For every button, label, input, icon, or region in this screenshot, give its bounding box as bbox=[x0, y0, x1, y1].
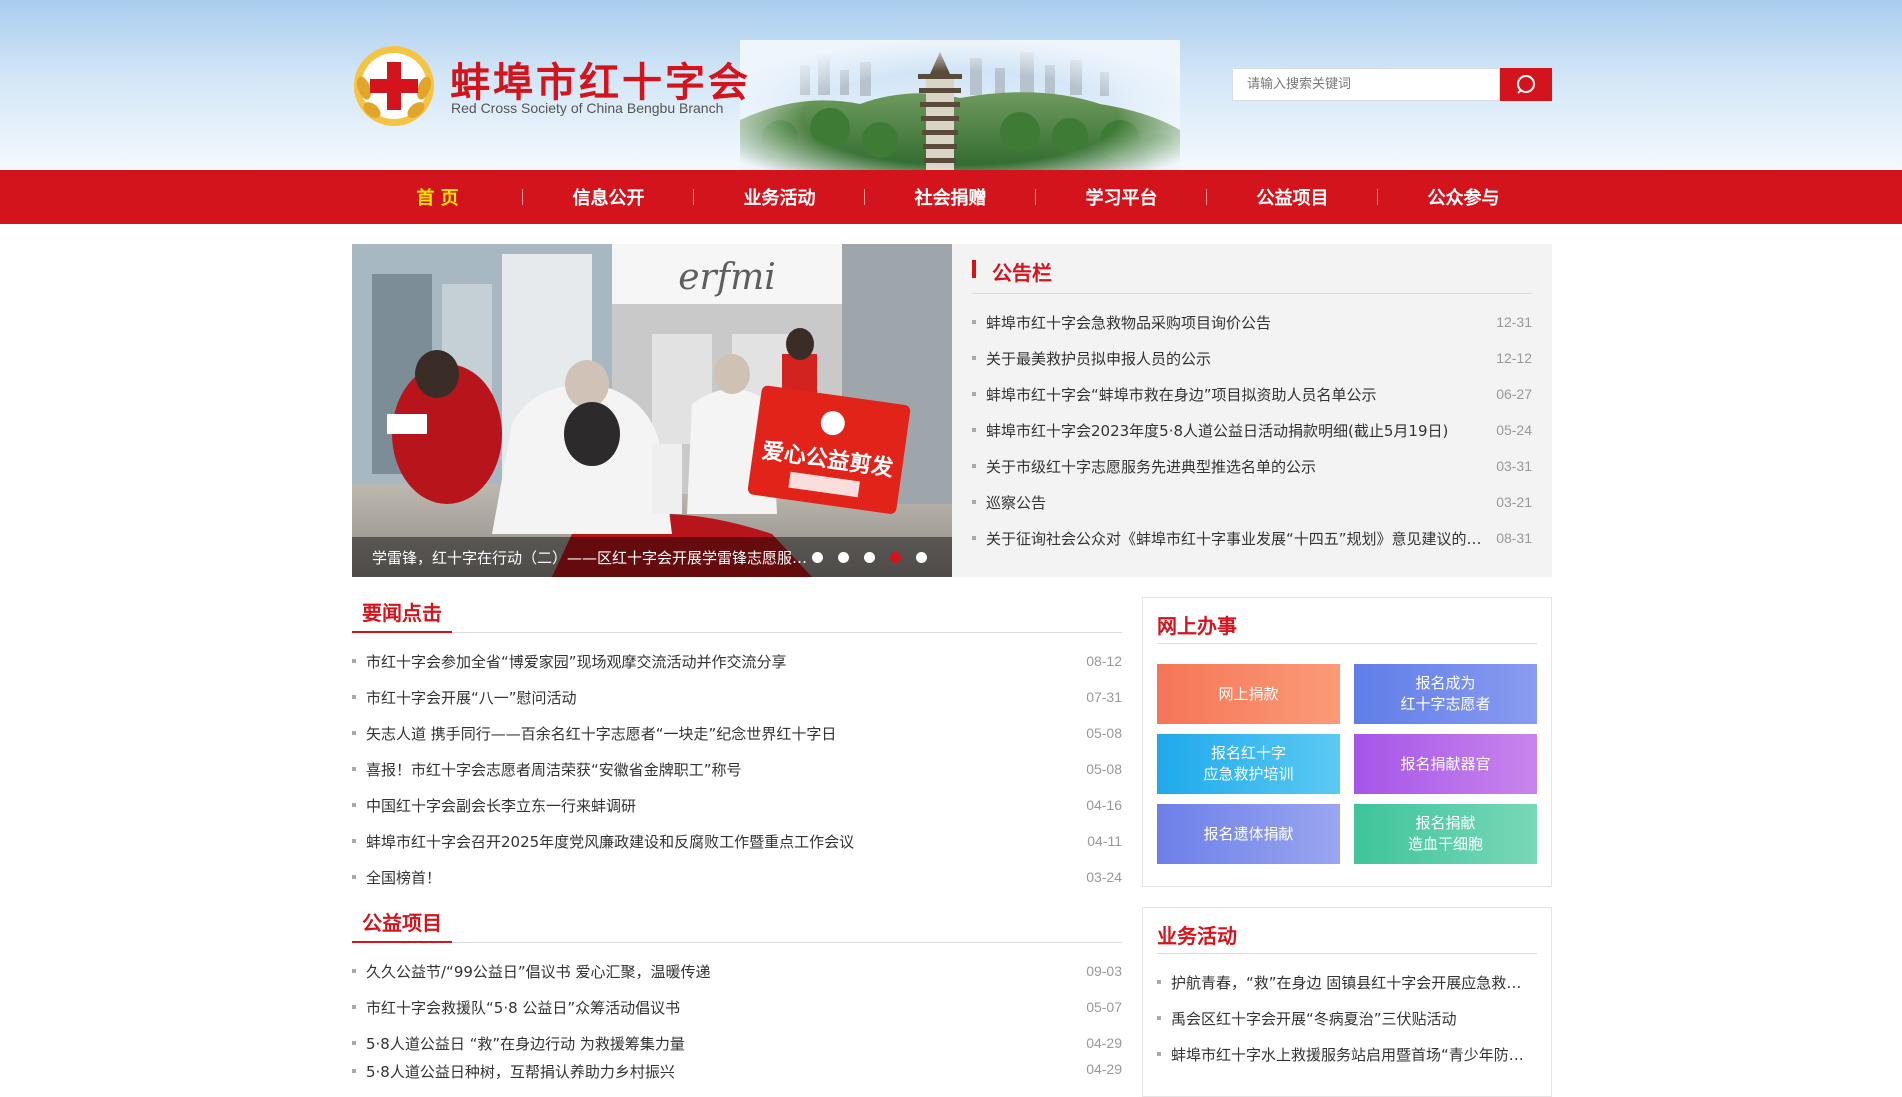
first-aid-training-signup-button[interactable]: 报名红十字 应急救护培训 bbox=[1157, 734, 1340, 794]
city-skyline-pagoda-image bbox=[740, 40, 1180, 170]
nav-item-public-participation[interactable]: 公众参与 bbox=[1378, 170, 1549, 224]
divider bbox=[972, 293, 1532, 294]
storefront-sign: erfmi bbox=[678, 257, 776, 298]
online-services-title: 网上办事 bbox=[1157, 614, 1237, 638]
main-nav: 首 页 信息公开 业务活动 社会捐赠 学习平台 公益项目 公众参与 bbox=[0, 170, 1902, 224]
search-icon bbox=[1517, 74, 1535, 94]
carousel-photo: erfmi 爱心公益剪发 bbox=[352, 244, 952, 577]
business-item[interactable]: 蚌埠市红十字水上救援服务站启用暨首场“青少年防溺水”活动 bbox=[1157, 1036, 1527, 1072]
red-cross-emblem-icon bbox=[354, 46, 434, 126]
news-item[interactable]: 矢志人道 携手同行——百余名红十字志愿者“一块走”纪念世界红十字日 05-08 bbox=[352, 715, 1122, 751]
nav-item-charity-projects[interactable]: 公益项目 bbox=[1207, 170, 1378, 224]
search-button[interactable] bbox=[1500, 68, 1552, 101]
notice-board-title: 公告栏 bbox=[992, 261, 1052, 285]
divider bbox=[352, 942, 1122, 943]
notice-item[interactable]: 巡察公告 03-21 bbox=[972, 484, 1532, 520]
carousel-dot-1[interactable] bbox=[812, 552, 823, 563]
news-item[interactable]: 市红十字会参加全省“博爱家园”现场观摩交流活动并作交流分享 08-12 bbox=[352, 643, 1122, 679]
organ-donation-signup-button[interactable]: 报名捐献器官 bbox=[1354, 734, 1537, 794]
business-activities-panel: 业务活动 护航青春，“救”在身边 固镇县红十字会开展应急救护培训进校园活动 禹会… bbox=[1142, 907, 1552, 1097]
divider bbox=[1157, 953, 1537, 954]
project-item[interactable]: 市红十字会救援队“5·8 公益日”众筹活动倡议书 05-07 bbox=[352, 989, 1122, 1025]
site-header: 蚌埠市红十字会 Red Cross Society of China Bengb… bbox=[0, 0, 1902, 170]
news-item[interactable]: 全国榜首！ 03-24 bbox=[352, 859, 1122, 895]
title-underline bbox=[352, 941, 452, 943]
news-carousel[interactable]: erfmi 爱心公益剪发 学雷锋，红十字在行动（二）——区红十字会开展学雷锋志愿… bbox=[352, 244, 952, 577]
news-item[interactable]: 喜报！市红十字会志愿者周洁荣获“安徽省金牌职工”称号 05-08 bbox=[352, 751, 1122, 787]
business-activities-title[interactable]: 业务活动 bbox=[1157, 920, 1237, 949]
divider bbox=[352, 632, 1122, 633]
stem-cell-donation-signup-button[interactable]: 报名捐献 造血干细胞 bbox=[1354, 804, 1537, 864]
carousel-dot-4[interactable] bbox=[890, 552, 901, 563]
news-item[interactable]: 蚌埠市红十字会召开2025年度党风廉政建设和反腐败工作暨重点工作会议 04-11 bbox=[352, 823, 1122, 859]
site-title-en: Red Cross Society of China Bengbu Branch bbox=[451, 100, 724, 116]
news-item[interactable]: 市红十字会开展“八一”慰问活动 07-31 bbox=[352, 679, 1122, 715]
nav-item-learning-platform[interactable]: 学习平台 bbox=[1036, 170, 1207, 224]
carousel-caption[interactable]: 学雷锋，红十字在行动（二）——区红十字会开展学雷锋志愿服务活动 bbox=[372, 547, 812, 568]
nav-item-business-activities[interactable]: 业务活动 bbox=[694, 170, 865, 224]
title-underline bbox=[352, 631, 452, 633]
notice-item[interactable]: 关于最美救护员拟申报人员的公示 12-12 bbox=[972, 340, 1532, 376]
notice-board: 公告栏 蚌埠市红十字会急救物品采购项目询价公告 12-31 关于最美救护员拟申报… bbox=[952, 244, 1552, 577]
news-title[interactable]: 要闻点击 bbox=[362, 597, 442, 626]
notice-item[interactable]: 关于征询社会公众对《蚌埠市红十字事业发展“十四五”规划》意见建议的公告 08-3… bbox=[972, 520, 1532, 556]
carousel-caption-bar: 学雷锋，红十字在行动（二）——区红十字会开展学雷锋志愿服务活动 bbox=[352, 537, 952, 577]
divider bbox=[1157, 643, 1537, 644]
nav-item-info-disclosure[interactable]: 信息公开 bbox=[523, 170, 694, 224]
notice-item[interactable]: 蚌埠市红十字会急救物品采购项目询价公告 12-31 bbox=[972, 304, 1532, 340]
business-item[interactable]: 护航青春，“救”在身边 固镇县红十字会开展应急救护培训进校园活动 bbox=[1157, 964, 1527, 1000]
project-item[interactable]: 久久公益节/“99公益日”倡议书 爱心汇聚，温暖传递 09-03 bbox=[352, 953, 1122, 989]
volunteer-signup-button[interactable]: 报名成为 红十字志愿者 bbox=[1354, 664, 1537, 724]
carousel-dot-2[interactable] bbox=[838, 552, 849, 563]
projects-title[interactable]: 公益项目 bbox=[362, 907, 442, 936]
nav-item-donations[interactable]: 社会捐赠 bbox=[865, 170, 1036, 224]
title-marker bbox=[972, 260, 976, 278]
body-donation-signup-button[interactable]: 报名遗体捐献 bbox=[1157, 804, 1340, 864]
business-item[interactable]: 禹会区红十字会开展“冬病夏治”三伏贴活动 bbox=[1157, 1000, 1527, 1036]
notice-item[interactable]: 蚌埠市红十字会2023年度5·8人道公益日活动捐款明细(截止5月19日) 05-… bbox=[972, 412, 1532, 448]
project-item[interactable]: 5·8人道公益日种树，互帮捐认养助力乡村振兴 04-29 bbox=[352, 1061, 1122, 1080]
carousel-dot-3[interactable] bbox=[864, 552, 875, 563]
online-services-panel: 网上办事 网上捐款 报名成为 红十字志愿者 报名红十字 应急救护培训 报名捐献器… bbox=[1142, 597, 1552, 887]
news-item[interactable]: 中国红十字会副会长李立东一行来蚌调研 04-16 bbox=[352, 787, 1122, 823]
notice-item[interactable]: 关于市级红十字志愿服务先进典型推选名单的公示 03-31 bbox=[972, 448, 1532, 484]
online-donate-button[interactable]: 网上捐款 bbox=[1157, 664, 1340, 724]
nav-item-home[interactable]: 首 页 bbox=[352, 170, 523, 224]
carousel-dot-5[interactable] bbox=[916, 552, 927, 563]
notice-item[interactable]: 蚌埠市红十字会“蚌埠市救在身边”项目拟资助人员名单公示 06-27 bbox=[972, 376, 1532, 412]
project-item[interactable]: 5·8人道公益日 “救”在身边行动 为救援筹集力量 04-29 bbox=[352, 1025, 1122, 1061]
search-input[interactable] bbox=[1232, 68, 1500, 101]
